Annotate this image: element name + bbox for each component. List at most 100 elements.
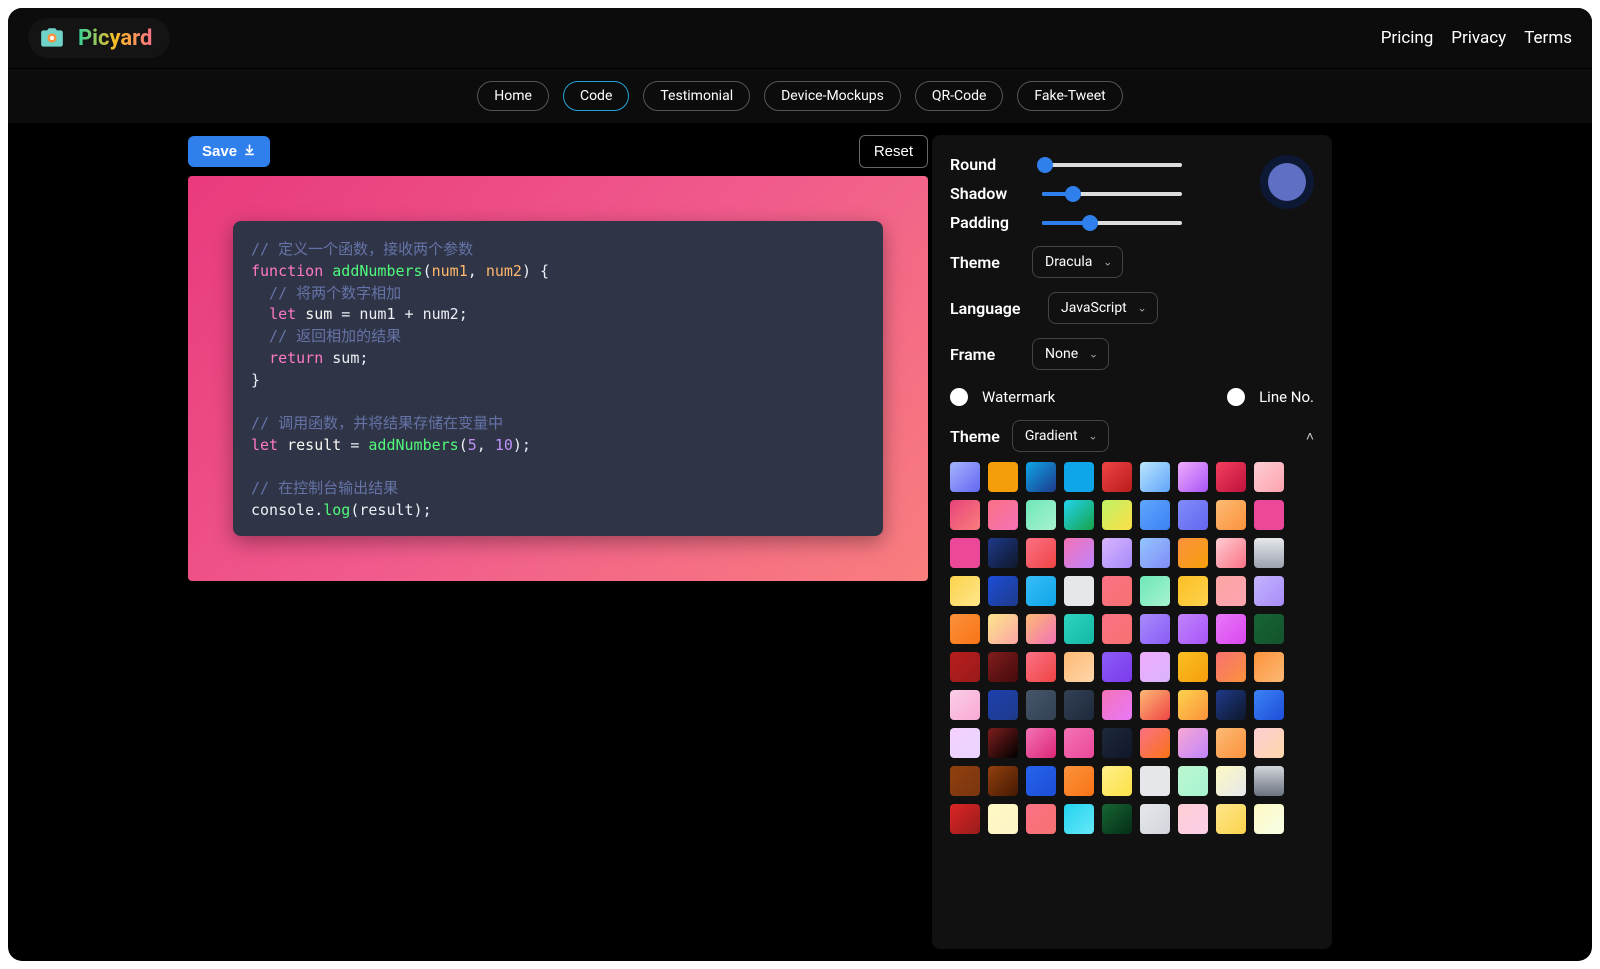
gradient-swatch[interactable]	[1254, 766, 1284, 796]
nav-tab-device-mockups[interactable]: Device-Mockups	[764, 81, 901, 111]
gradient-swatch[interactable]	[950, 728, 980, 758]
gradient-swatch[interactable]	[988, 690, 1018, 720]
gradient-swatch[interactable]	[1216, 500, 1246, 530]
gradient-swatch[interactable]	[950, 804, 980, 834]
gradient-swatch[interactable]	[1254, 652, 1284, 682]
gradient-swatch[interactable]	[1026, 690, 1056, 720]
gradient-swatch[interactable]	[988, 576, 1018, 606]
gradient-swatch[interactable]	[988, 538, 1018, 568]
gradient-swatch[interactable]	[1216, 538, 1246, 568]
gradient-swatch[interactable]	[1178, 804, 1208, 834]
gradient-swatch[interactable]	[1026, 500, 1056, 530]
gradient-swatch[interactable]	[1064, 690, 1094, 720]
gradient-swatch[interactable]	[1026, 766, 1056, 796]
gradient-swatch[interactable]	[950, 538, 980, 568]
top-link-privacy[interactable]: Privacy	[1451, 28, 1506, 48]
gradient-swatch[interactable]	[1140, 500, 1170, 530]
gradient-swatch[interactable]	[1178, 614, 1208, 644]
nav-tab-qr-code[interactable]: QR-Code	[915, 81, 1004, 111]
gradient-mode-select[interactable]: Gradient ⌄	[1012, 420, 1109, 452]
gradient-swatch[interactable]	[1254, 462, 1284, 492]
gradient-swatch[interactable]	[1140, 728, 1170, 758]
gradient-swatch[interactable]	[1140, 766, 1170, 796]
gradient-swatch[interactable]	[1216, 652, 1246, 682]
top-link-terms[interactable]: Terms	[1524, 28, 1572, 48]
gradient-swatch[interactable]	[1026, 538, 1056, 568]
gradient-swatch[interactable]	[1102, 690, 1132, 720]
preview-canvas[interactable]: // 定义一个函数，接收两个参数 function addNumbers(num…	[188, 176, 928, 581]
gradient-swatch[interactable]	[1254, 614, 1284, 644]
color-preview[interactable]	[1260, 155, 1314, 209]
nav-tab-home[interactable]: Home	[477, 81, 549, 111]
gradient-swatch[interactable]	[950, 576, 980, 606]
gradient-swatch[interactable]	[1102, 766, 1132, 796]
gradient-swatch[interactable]	[1216, 614, 1246, 644]
gradient-swatch[interactable]	[1254, 728, 1284, 758]
gradient-swatch[interactable]	[1178, 576, 1208, 606]
code-window[interactable]: // 定义一个函数，接收两个参数 function addNumbers(num…	[233, 221, 883, 536]
gradient-swatch[interactable]	[1064, 652, 1094, 682]
gradient-swatch[interactable]	[988, 652, 1018, 682]
gradient-swatch[interactable]	[1064, 576, 1094, 606]
gradient-swatch[interactable]	[950, 462, 980, 492]
gradient-swatch[interactable]	[1140, 614, 1170, 644]
gradient-swatch[interactable]	[1140, 538, 1170, 568]
theme-select[interactable]: Dracula ⌄	[1032, 246, 1123, 278]
gradient-swatch[interactable]	[1026, 804, 1056, 834]
gradient-swatch[interactable]	[1216, 728, 1246, 758]
nav-tab-testimonial[interactable]: Testimonial	[643, 81, 750, 111]
gradient-swatch[interactable]	[988, 614, 1018, 644]
gradient-swatch[interactable]	[988, 728, 1018, 758]
gradient-swatch[interactable]	[1178, 462, 1208, 492]
gradient-swatch[interactable]	[1102, 538, 1132, 568]
gradient-swatch[interactable]	[988, 804, 1018, 834]
gradient-swatch[interactable]	[1178, 728, 1208, 758]
gradient-swatch[interactable]	[1102, 804, 1132, 834]
gradient-swatch[interactable]	[1216, 766, 1246, 796]
gradient-swatch[interactable]	[1026, 576, 1056, 606]
gradient-swatch[interactable]	[1102, 576, 1132, 606]
gradient-swatch[interactable]	[1140, 804, 1170, 834]
gradient-swatch[interactable]	[950, 766, 980, 796]
gradient-swatch[interactable]	[1064, 500, 1094, 530]
gradient-swatch[interactable]	[1064, 462, 1094, 492]
gradient-swatch[interactable]	[1216, 804, 1246, 834]
gradient-swatch[interactable]	[1102, 500, 1132, 530]
gradient-swatch[interactable]	[1140, 652, 1170, 682]
gradient-swatch[interactable]	[1178, 652, 1208, 682]
gradient-swatch[interactable]	[1026, 652, 1056, 682]
code-content[interactable]: // 定义一个函数，接收两个参数 function addNumbers(num…	[251, 239, 865, 522]
gradient-swatch[interactable]	[1026, 462, 1056, 492]
gradient-swatch[interactable]	[950, 690, 980, 720]
gradient-swatch[interactable]	[1064, 538, 1094, 568]
gradient-swatch[interactable]	[1102, 462, 1132, 492]
nav-tab-fake-tweet[interactable]: Fake-Tweet	[1017, 81, 1122, 111]
round-slider[interactable]	[1042, 163, 1182, 167]
gradient-swatch[interactable]	[1064, 728, 1094, 758]
watermark-toggle[interactable]: Watermark	[950, 388, 1055, 406]
gradient-swatch[interactable]	[1026, 614, 1056, 644]
gradient-swatch[interactable]	[988, 462, 1018, 492]
gradient-swatch[interactable]	[1254, 500, 1284, 530]
gradient-swatch[interactable]	[1178, 690, 1208, 720]
gradient-swatch[interactable]	[1254, 576, 1284, 606]
gradient-swatch[interactable]	[1102, 728, 1132, 758]
collapse-toggle[interactable]: ˄	[1306, 428, 1314, 445]
gradient-swatch[interactable]	[1140, 576, 1170, 606]
gradient-swatch[interactable]	[950, 614, 980, 644]
gradient-swatch[interactable]	[1102, 614, 1132, 644]
gradient-swatch[interactable]	[1064, 614, 1094, 644]
logo[interactable]: Picyard	[28, 18, 170, 58]
gradient-swatch[interactable]	[1178, 500, 1208, 530]
padding-slider[interactable]	[1042, 221, 1182, 225]
gradient-swatch[interactable]	[988, 500, 1018, 530]
gradient-swatch[interactable]	[1178, 538, 1208, 568]
gradient-swatch[interactable]	[950, 652, 980, 682]
save-button[interactable]: Save	[188, 136, 270, 167]
nav-tab-code[interactable]: Code	[563, 81, 629, 111]
gradient-swatch[interactable]	[1140, 690, 1170, 720]
gradient-swatch[interactable]	[1216, 576, 1246, 606]
gradient-swatch[interactable]	[1064, 766, 1094, 796]
gradient-swatch[interactable]	[1254, 690, 1284, 720]
gradient-swatch[interactable]	[1140, 462, 1170, 492]
